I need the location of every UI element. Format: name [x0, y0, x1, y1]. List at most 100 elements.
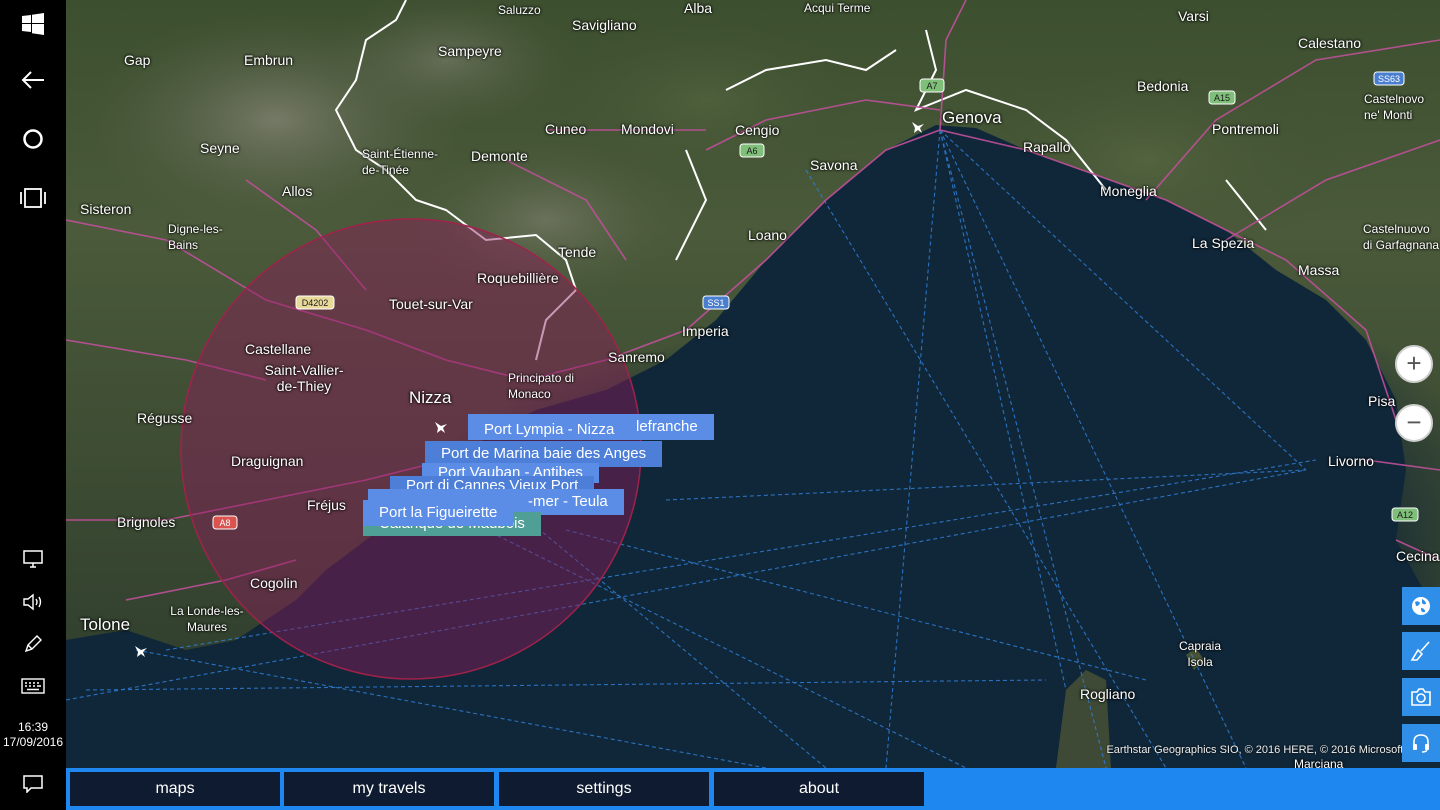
- nav-settings-button[interactable]: settings: [499, 772, 709, 806]
- place-label: Acqui Terme: [804, 1, 871, 15]
- place-label: Touet-sur-Var: [389, 296, 473, 312]
- back-button[interactable]: [0, 56, 66, 104]
- bottom-navigation: maps my travels settings about: [66, 768, 1440, 810]
- place-label: Digne-les-Bains: [168, 222, 223, 252]
- place-label: La Spezia: [1192, 235, 1255, 251]
- pen-workspace-button[interactable]: [0, 622, 66, 666]
- cortana-circle-icon: [23, 129, 43, 149]
- place-label: Principato di Monaco: [508, 371, 575, 401]
- shield-a6: A6: [746, 146, 757, 156]
- system-clock[interactable]: 16:39 17/09/2016: [0, 720, 66, 750]
- place-label: Livorno: [1328, 453, 1374, 469]
- place-label: Sanremo: [608, 349, 665, 365]
- place-label: Roquebillière: [477, 270, 559, 286]
- system-taskbar: 16:39 17/09/2016: [0, 0, 66, 810]
- place-label: Brignoles: [117, 514, 176, 530]
- place-label: Loano: [748, 227, 787, 243]
- place-label: La Londe-les-Maures: [170, 604, 244, 634]
- place-label: Pisa: [1368, 393, 1396, 409]
- zoom-in-button[interactable]: +: [1395, 345, 1433, 383]
- windows-start-button[interactable]: [0, 0, 66, 48]
- place-label: Sisteron: [80, 201, 132, 217]
- place-label: Varsi: [1178, 8, 1209, 24]
- clock-time: 16:39: [17, 720, 49, 734]
- shield-a7: A7: [926, 81, 937, 91]
- place-label: Alba: [684, 0, 713, 16]
- action-center-button[interactable]: [0, 760, 66, 808]
- shield-a15: A15: [1214, 93, 1230, 103]
- shield-a8: A8: [219, 518, 230, 528]
- place-label: Cogolin: [250, 575, 298, 591]
- place-label: Rapallo: [1023, 139, 1071, 155]
- windows-logo-icon: [22, 13, 44, 35]
- task-view-icon: [20, 188, 46, 208]
- keyboard-icon: [21, 678, 45, 694]
- place-label: Tolone: [80, 615, 131, 634]
- place-label: Bedonia: [1137, 78, 1189, 94]
- place-label: Mondovi: [621, 121, 674, 137]
- place-label: Rogliano: [1080, 686, 1136, 702]
- shield-a12: A12: [1397, 510, 1413, 520]
- back-arrow-icon: [21, 71, 44, 89]
- shield-ss63: SS63: [1378, 74, 1400, 84]
- marina-label[interactable]: Port la Figueirette: [363, 500, 514, 526]
- place-label: Castelnovo ne' Monti: [1364, 92, 1425, 122]
- place-label: Castellane: [245, 341, 312, 357]
- nav-about-button[interactable]: about: [714, 772, 924, 806]
- place-label: Capraia Isola: [1178, 639, 1222, 669]
- place-label: Pontremoli: [1212, 121, 1279, 137]
- place-label: Saint-Vallier-de-Thiey: [264, 362, 344, 394]
- place-label: Cecina: [1396, 548, 1440, 564]
- place-label: Marciana: [1294, 757, 1344, 768]
- screenshot-button[interactable]: [1402, 678, 1440, 716]
- clock-date: 17/09/2016: [2, 735, 64, 749]
- place-label: Sampeyre: [438, 43, 502, 59]
- clear-button[interactable]: [1402, 632, 1440, 670]
- place-label: Calestano: [1298, 35, 1362, 51]
- globe-icon: [1412, 597, 1430, 615]
- place-label: Draguignan: [231, 453, 304, 469]
- place-label: Saluzzo: [498, 3, 541, 17]
- headset-icon: [1413, 734, 1429, 753]
- map-view[interactable]: A7 A6 A15 SS63 D4202 SS1 A8 A12 Gap Embr…: [66, 0, 1440, 768]
- project-button[interactable]: [0, 537, 66, 581]
- place-label: Fréjus: [307, 497, 346, 513]
- map-style-button[interactable]: [1402, 587, 1440, 625]
- brush-icon: [1410, 641, 1430, 661]
- task-view-button[interactable]: [0, 174, 66, 222]
- nav-maps-button[interactable]: maps: [70, 772, 280, 806]
- nav-my-travels-button[interactable]: my travels: [284, 772, 494, 806]
- monitor-icon: [23, 550, 43, 568]
- speaker-icon: [23, 593, 42, 611]
- support-button[interactable]: [1402, 724, 1440, 762]
- camera-icon: [1411, 688, 1431, 706]
- zoom-out-button[interactable]: −: [1395, 404, 1433, 442]
- place-label: Seyne: [200, 140, 240, 156]
- place-label: Régusse: [137, 410, 193, 426]
- place-label: Saint-Étienne-de-Tinée: [362, 147, 439, 177]
- shield-d4202: D4202: [302, 298, 329, 308]
- shield-ss1: SS1: [707, 298, 724, 308]
- place-label: Moneglia: [1100, 183, 1157, 199]
- place-label: Genova: [942, 108, 1002, 127]
- notification-icon: [23, 775, 43, 793]
- place-label: Massa: [1298, 262, 1340, 278]
- place-label: Nizza: [409, 388, 452, 407]
- place-label: Demonte: [471, 148, 528, 164]
- pen-icon: [24, 635, 42, 653]
- place-label: Allos: [282, 183, 313, 199]
- place-label: Savona: [810, 157, 858, 173]
- place-label: Cengio: [735, 122, 780, 138]
- search-button[interactable]: [0, 115, 66, 163]
- place-label: Imperia: [682, 323, 729, 339]
- touch-keyboard-button[interactable]: [0, 664, 66, 708]
- volume-button[interactable]: [0, 580, 66, 624]
- place-label: Savigliano: [572, 17, 637, 33]
- map-attribution: Earthstar Geographics SIO, © 2016 HERE, …: [1106, 744, 1440, 756]
- place-label: Castelnuovo di Garfagnana: [1363, 222, 1440, 252]
- place-label: Gap: [124, 52, 151, 68]
- marina-label[interactable]: Port Lympia - Nizza: [468, 417, 630, 443]
- place-label: Embrun: [244, 52, 294, 68]
- place-label: Tende: [558, 244, 597, 260]
- place-label: Cuneo: [545, 121, 587, 137]
